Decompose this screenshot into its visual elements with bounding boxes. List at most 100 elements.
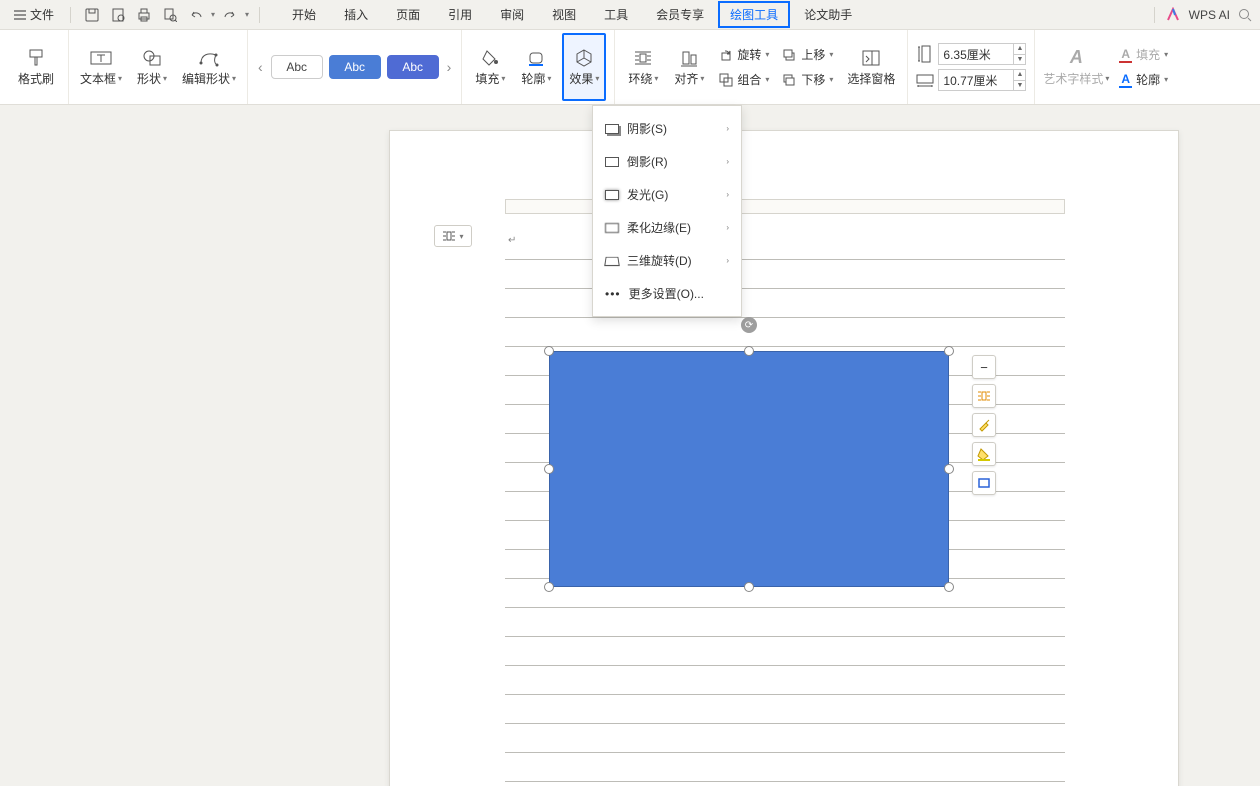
title-bar: 文件 ▾ ▾ 开始 插入 页面 引用 审阅 视图 工具 会员专享 绘图工具 论文…: [0, 0, 1260, 30]
topbar-right: WPS AI: [1165, 7, 1252, 23]
resize-handle-br[interactable]: [944, 582, 954, 592]
height-row: 6.35厘米 ▲▼: [916, 43, 1026, 65]
menu-file[interactable]: 文件: [8, 6, 60, 23]
resize-handle-bl[interactable]: [544, 582, 554, 592]
chevron-right-icon: ›: [726, 124, 729, 133]
float-layout-button[interactable]: [972, 384, 996, 408]
width-spinner[interactable]: ▲▼: [1014, 69, 1026, 91]
tab-tools[interactable]: 工具: [590, 1, 642, 28]
group-shapes: 文本框▾ 形状▾ 编辑形状▾: [69, 30, 248, 104]
textbox-button[interactable]: 文本框▾: [77, 33, 125, 101]
move-up-button[interactable]: 上移▾: [779, 44, 837, 65]
resize-handle-ml[interactable]: [544, 464, 554, 474]
height-spinner[interactable]: ▲▼: [1014, 43, 1026, 65]
wps-ai-label[interactable]: WPS AI: [1189, 8, 1230, 22]
rotate-button[interactable]: 旋转▾: [715, 44, 773, 65]
outline-button[interactable]: 轮廓▾: [516, 33, 556, 101]
shapes-button[interactable]: 形状▾: [131, 33, 173, 101]
group-arrange: 环绕▾ 对齐▾ 旋转▾ 组合▾ 上移▾ 下移▾ 选择窗格: [615, 30, 908, 104]
preset-prev[interactable]: ‹: [256, 59, 265, 75]
effect-dropdown: 阴影(S) › 倒影(R) › 发光(G) › 柔化边缘(E) › 三维旋转(D…: [592, 105, 742, 317]
print-preview-icon[interactable]: [107, 4, 129, 26]
hamburger-icon: [14, 10, 26, 20]
group-format: 格式刷: [4, 30, 69, 104]
dd-soft-edge[interactable]: 柔化边缘(E) ›: [593, 211, 741, 244]
preset-2[interactable]: Abc: [329, 55, 381, 79]
layout-options-button[interactable]: ▾: [434, 225, 472, 247]
move-col: 上移▾ 下移▾: [779, 44, 837, 90]
width-row: 10.77厘米 ▲▼: [916, 69, 1026, 91]
separator: [1154, 7, 1155, 23]
move-down-button[interactable]: 下移▾: [779, 69, 837, 90]
rotate-handle[interactable]: ⟳: [741, 317, 757, 333]
resize-handle-mr[interactable]: [944, 464, 954, 474]
dd-more-settings[interactable]: •••更多设置(O)...: [593, 277, 741, 310]
text-outline-button[interactable]: A轮廓▾: [1115, 69, 1172, 90]
format-painter-button[interactable]: 格式刷: [12, 33, 60, 101]
tab-insert[interactable]: 插入: [330, 1, 382, 28]
float-fill-button[interactable]: [972, 442, 996, 466]
tab-review[interactable]: 审阅: [486, 1, 538, 28]
search-doc-icon[interactable]: [159, 4, 181, 26]
shape-float-toolbar: −: [972, 355, 996, 495]
undo-button[interactable]: [185, 4, 207, 26]
tab-start[interactable]: 开始: [278, 1, 330, 28]
group-button[interactable]: 组合▾: [715, 69, 773, 90]
preset-1[interactable]: Abc: [271, 55, 323, 79]
chevron-right-icon: ›: [726, 223, 729, 232]
save-icon[interactable]: [81, 4, 103, 26]
chevron-right-icon: ›: [726, 190, 729, 199]
wps-ai-icon: [1165, 7, 1181, 23]
tab-reference[interactable]: 引用: [434, 1, 486, 28]
resize-handle-tm[interactable]: [744, 346, 754, 356]
dd-glow[interactable]: 发光(G) ›: [593, 178, 741, 211]
width-icon: [916, 71, 934, 89]
chevron-right-icon: ›: [726, 256, 729, 265]
height-icon: [916, 45, 934, 63]
resize-handle-tr[interactable]: [944, 346, 954, 356]
ribbon-tabs: 开始 插入 页面 引用 审阅 视图 工具 会员专享 绘图工具 论文助手: [278, 1, 1144, 28]
resize-handle-tl[interactable]: [544, 346, 554, 356]
edit-shape-button[interactable]: 编辑形状▾: [179, 33, 239, 101]
dd-shadow[interactable]: 阴影(S) ›: [593, 112, 741, 145]
chevron-right-icon: ›: [726, 157, 729, 166]
ribbon: 格式刷 文本框▾ 形状▾ 编辑形状▾ ‹ Abc Abc Abc › 填充▾ 轮…: [0, 30, 1260, 105]
undo-dropdown[interactable]: ▾: [211, 10, 215, 19]
group-size: 6.35厘米 ▲▼ 10.77厘米 ▲▼: [908, 30, 1035, 104]
resize-handle-bm[interactable]: [744, 582, 754, 592]
fill-button[interactable]: 填充▾: [470, 33, 510, 101]
group-presets: ‹ Abc Abc Abc ›: [248, 30, 462, 104]
group-style: 填充▾ 轮廓▾ 效果▾: [462, 30, 615, 104]
redo-dropdown[interactable]: ▾: [245, 10, 249, 19]
align-button[interactable]: 对齐▾: [669, 33, 709, 101]
print-icon[interactable]: [133, 4, 155, 26]
tab-member[interactable]: 会员专享: [642, 1, 718, 28]
effect-button[interactable]: 效果▾: [562, 33, 606, 101]
selection-pane-button[interactable]: 选择窗格: [843, 33, 899, 101]
preset-next[interactable]: ›: [445, 59, 454, 75]
text-fill-button[interactable]: A填充▾: [1115, 44, 1172, 65]
height-input[interactable]: 6.35厘米: [938, 43, 1014, 65]
separator: [70, 7, 71, 23]
rotate-group-col: 旋转▾ 组合▾: [715, 44, 773, 90]
search-icon[interactable]: [1238, 8, 1252, 22]
tab-thesis[interactable]: 论文助手: [790, 1, 866, 28]
tab-view[interactable]: 视图: [538, 1, 590, 28]
separator: [259, 7, 260, 23]
float-collapse-button[interactable]: −: [972, 355, 996, 379]
float-brush-button[interactable]: [972, 413, 996, 437]
rectangle-shape[interactable]: [549, 351, 949, 587]
wrap-button[interactable]: 环绕▾: [623, 33, 663, 101]
paragraph-mark-icon: ↵: [508, 235, 516, 246]
art-style-button[interactable]: A 艺术字样式▾: [1043, 33, 1109, 101]
selected-shape[interactable]: ⟳: [545, 347, 953, 591]
dd-3d-rotate[interactable]: 三维旋转(D) ›: [593, 244, 741, 277]
width-input[interactable]: 10.77厘米: [938, 69, 1014, 91]
tab-page[interactable]: 页面: [382, 1, 434, 28]
file-label: 文件: [30, 6, 54, 23]
float-outline-button[interactable]: [972, 471, 996, 495]
dd-reflection[interactable]: 倒影(R) ›: [593, 145, 741, 178]
tab-drawing-tools[interactable]: 绘图工具: [718, 1, 790, 28]
preset-3[interactable]: Abc: [387, 55, 439, 79]
redo-button[interactable]: [219, 4, 241, 26]
